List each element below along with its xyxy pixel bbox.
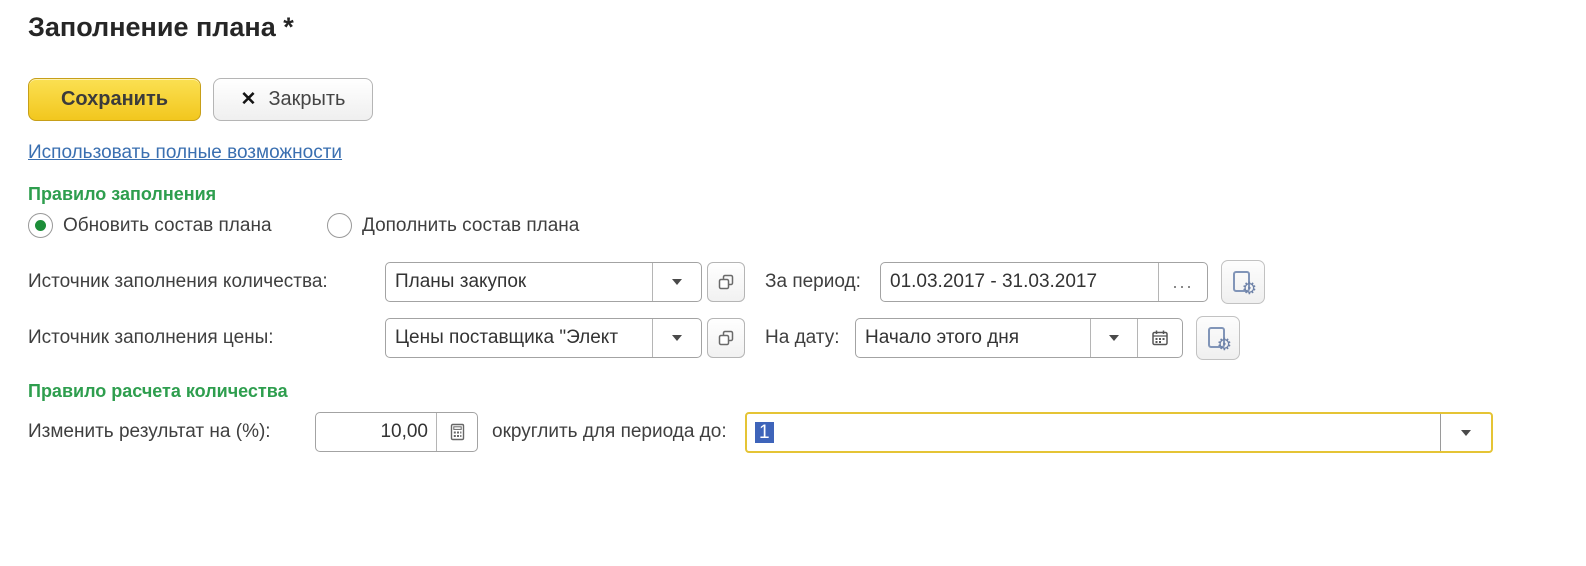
- round-period-value-area: 1: [747, 414, 1440, 451]
- price-source-label: Источник заполнения цены:: [28, 318, 274, 358]
- close-button[interactable]: ✕ Закрыть: [213, 78, 373, 121]
- calculator-button[interactable]: [436, 413, 477, 451]
- period-more-button[interactable]: ...: [1158, 263, 1207, 301]
- radio-circle: [28, 213, 53, 238]
- form-gear-icon: ⚙: [1230, 269, 1256, 295]
- calendar-icon: [1150, 328, 1170, 348]
- on-date-combobox[interactable]: Начало этого дня: [855, 318, 1183, 358]
- radio-circle: [327, 213, 352, 238]
- open-icon: [717, 273, 735, 291]
- quantity-source-value: Планы закупок: [386, 263, 652, 301]
- chevron-down-icon: [1109, 335, 1119, 341]
- round-period-label: округлить для периода до:: [492, 412, 727, 452]
- chevron-down-icon: [1461, 430, 1471, 436]
- change-result-input[interactable]: 10,00: [315, 412, 478, 452]
- gear-icon: ⚙: [1217, 337, 1232, 354]
- on-date-label: На дату:: [765, 318, 840, 358]
- radio-append-plan[interactable]: Дополнить состав плана: [327, 213, 579, 238]
- full-features-link[interactable]: Использовать полные возможности: [28, 142, 342, 164]
- radio-update-plan[interactable]: Обновить состав плана: [28, 213, 272, 238]
- round-period-input[interactable]: 1: [745, 412, 1493, 453]
- radio-append-label: Дополнить состав плана: [362, 215, 579, 237]
- price-source-value: Цены поставщика "Элект: [386, 319, 652, 357]
- on-date-value: Начало этого дня: [856, 319, 1090, 357]
- price-source-dropdown-button[interactable]: [652, 319, 701, 357]
- ellipsis-icon: ...: [1172, 267, 1193, 297]
- close-icon: ✕: [241, 90, 257, 109]
- section-title-fill-rule: Правило заполнения: [28, 184, 216, 205]
- quantity-source-dropdown-button[interactable]: [652, 263, 701, 301]
- change-result-value: 10,00: [316, 413, 436, 451]
- round-period-selected-value: 1: [755, 422, 774, 443]
- chevron-down-icon: [672, 279, 682, 285]
- form-gear-icon: ⚙: [1205, 325, 1231, 351]
- open-icon: [717, 329, 735, 347]
- save-button-label: Сохранить: [61, 88, 168, 111]
- period-value: 01.03.2017 - 31.03.2017: [881, 263, 1158, 301]
- chevron-down-icon: [672, 335, 682, 341]
- on-date-settings-button[interactable]: ⚙: [1196, 316, 1240, 360]
- quantity-source-combobox[interactable]: Планы закупок: [385, 262, 702, 302]
- quantity-source-open-button[interactable]: [707, 262, 745, 302]
- page-title: Заполнение плана *: [28, 12, 294, 43]
- period-label: За период:: [765, 262, 861, 302]
- radio-update-label: Обновить состав плана: [63, 215, 272, 237]
- gear-icon: ⚙: [1242, 281, 1257, 298]
- price-source-combobox[interactable]: Цены поставщика "Элект: [385, 318, 702, 358]
- section-title-quantity-rule: Правило расчета количества: [28, 381, 288, 402]
- close-button-label: Закрыть: [268, 88, 345, 111]
- round-period-dropdown-button[interactable]: [1440, 414, 1491, 451]
- on-date-dropdown-button[interactable]: [1090, 319, 1137, 357]
- change-result-label: Изменить результат на (%):: [28, 412, 271, 452]
- radio-dot: [35, 220, 46, 231]
- on-date-calendar-button[interactable]: [1137, 319, 1182, 357]
- price-source-open-button[interactable]: [707, 318, 745, 358]
- calculator-icon: [449, 423, 466, 441]
- period-input[interactable]: 01.03.2017 - 31.03.2017 ...: [880, 262, 1208, 302]
- quantity-source-label: Источник заполнения количества:: [28, 262, 328, 302]
- save-button[interactable]: Сохранить: [28, 78, 201, 121]
- period-settings-button[interactable]: ⚙: [1221, 260, 1265, 304]
